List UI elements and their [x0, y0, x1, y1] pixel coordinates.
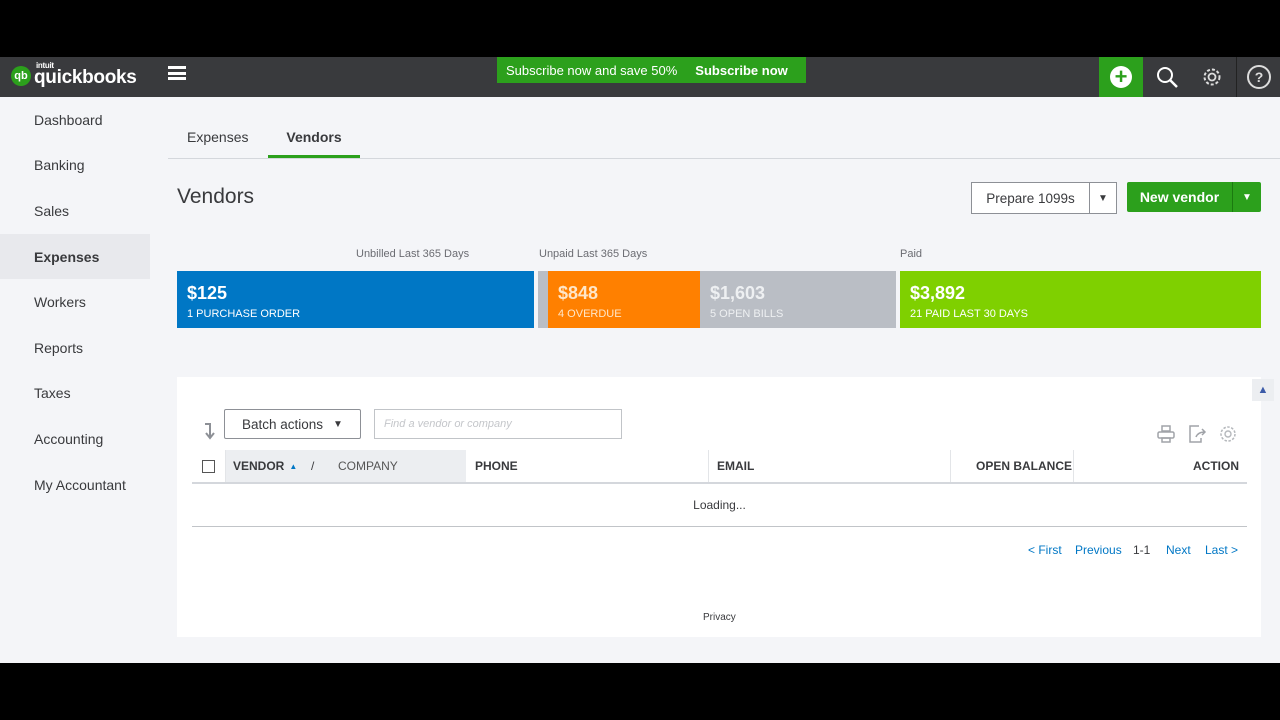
- create-plus-button[interactable]: +: [1099, 57, 1143, 97]
- plus-icon: +: [1110, 66, 1132, 88]
- sidebar-item-reports[interactable]: Reports: [0, 325, 150, 371]
- table-settings-gear-icon[interactable]: [1219, 425, 1237, 443]
- vendor-search-input[interactable]: [374, 409, 622, 439]
- brand-name: intuit quickbooks: [34, 61, 137, 89]
- svg-text:?: ?: [1255, 69, 1264, 85]
- open-bills-card[interactable]: $1,603 5 OPEN BILLS: [700, 271, 896, 328]
- search-icon: [1157, 67, 1178, 88]
- pager-first[interactable]: < First: [1028, 543, 1062, 557]
- column-open-balance[interactable]: OPEN BALANCE: [976, 450, 1072, 482]
- card-value: $848: [558, 283, 599, 303]
- divider: [708, 450, 709, 482]
- loading-row: Loading...: [192, 484, 1247, 527]
- sort-arrow-icon[interactable]: [202, 421, 218, 441]
- overdue-card[interactable]: $848 4 OVERDUE: [548, 271, 700, 328]
- search-button[interactable]: [1145, 57, 1189, 97]
- new-vendor-button[interactable]: New vendor ▼: [1127, 182, 1261, 212]
- pager-last[interactable]: Last >: [1205, 543, 1238, 557]
- column-action: ACTION: [1193, 459, 1239, 473]
- qb-logo-icon: qb: [11, 66, 31, 86]
- intuit-label: intuit: [36, 61, 54, 70]
- help-button[interactable]: ?: [1237, 57, 1280, 97]
- caret-down-icon: ▼: [333, 418, 343, 430]
- paid-label: Paid: [900, 248, 923, 260]
- pager-next[interactable]: Next: [1166, 543, 1191, 557]
- sidebar-item-my-accountant[interactable]: My Accountant: [0, 462, 150, 508]
- sort-asc-icon: ▲: [289, 461, 298, 471]
- pager-range: 1-1: [1133, 543, 1151, 557]
- card-subtitle: 21 PAID LAST 30 DAYS: [910, 308, 1029, 320]
- card-subtitle: 1 PURCHASE ORDER: [187, 308, 301, 320]
- batch-actions-button[interactable]: Batch actions ▼: [224, 409, 361, 439]
- checkbox-icon: [202, 459, 215, 473]
- page-title: Vendors: [177, 185, 255, 208]
- quickbooks-logo[interactable]: qb intuit quickbooks: [11, 61, 137, 89]
- pager-previous[interactable]: Previous: [1075, 543, 1122, 557]
- column-vendor[interactable]: VENDOR ▲: [233, 450, 297, 482]
- paid-card[interactable]: $3,892 21 PAID LAST 30 DAYS: [900, 271, 1261, 328]
- export-icon[interactable]: [1188, 425, 1208, 443]
- subscribe-now-button[interactable]: Subscribe now: [695, 63, 787, 78]
- column-email[interactable]: EMAIL: [717, 450, 754, 482]
- column-company[interactable]: COMPANY: [338, 450, 398, 482]
- sidebar-item-taxes[interactable]: Taxes: [0, 371, 150, 417]
- batch-actions-label: Batch actions: [242, 416, 324, 432]
- tab-vendors[interactable]: Vendors: [268, 129, 360, 158]
- column-phone[interactable]: PHONE: [475, 450, 518, 482]
- tab-expenses[interactable]: Expenses: [187, 129, 248, 158]
- brand-label: quickbooks: [34, 67, 137, 88]
- vendor-header-label: VENDOR: [233, 459, 285, 473]
- privacy-link[interactable]: Privacy: [703, 612, 736, 623]
- sidebar-item-workers[interactable]: Workers: [0, 279, 150, 325]
- unbilled-label: Unbilled Last 365 Days: [356, 248, 470, 260]
- sidebar-item-dashboard[interactable]: Dashboard: [0, 97, 150, 143]
- promo-text: Subscribe now and save 50%: [506, 62, 678, 78]
- divider: [950, 450, 951, 482]
- new-vendor-label[interactable]: New vendor: [1127, 182, 1233, 212]
- tab-bar: Expenses Vendors: [168, 117, 1280, 159]
- settings-button[interactable]: [1190, 57, 1234, 97]
- select-all-checkbox[interactable]: [202, 450, 215, 482]
- prepare-1099s-button[interactable]: Prepare 1099s ▼: [971, 182, 1117, 214]
- unpaid-label: Unpaid Last 365 Days: [539, 248, 648, 260]
- card-subtitle: 5 OPEN BILLS: [710, 308, 784, 320]
- sidebar: Dashboard Banking Sales Expenses Workers…: [0, 97, 150, 507]
- hamburger-menu-icon[interactable]: [168, 66, 186, 80]
- help-icon: ?: [1247, 65, 1271, 89]
- card-value: $125: [187, 283, 228, 303]
- collapse-chevron-up-icon[interactable]: ▲: [1252, 379, 1274, 401]
- sidebar-item-expenses[interactable]: Expenses: [0, 233, 150, 280]
- sidebar-item-sales[interactable]: Sales: [0, 188, 150, 234]
- column-separator: /: [311, 459, 315, 473]
- quickbooks-app: qb intuit quickbooks Subscribe now and sa…: [0, 57, 1280, 663]
- card-value: $1,603: [710, 283, 766, 303]
- top-bar: qb intuit quickbooks Subscribe now and sa…: [0, 57, 1280, 97]
- prepare-1099s-label[interactable]: Prepare 1099s: [972, 183, 1090, 213]
- sidebar-item-banking[interactable]: Banking: [0, 143, 150, 189]
- table-header: VENDOR ▲ / COMPANY PHONE EMAIL OPEN BALAN…: [192, 450, 1247, 484]
- divider: [1073, 450, 1074, 482]
- promo-banner[interactable]: Subscribe now and save 50% Subscribe now: [497, 57, 806, 83]
- card-subtitle: 4 OVERDUE: [558, 308, 622, 320]
- unpaid-bar-edge: [538, 271, 548, 328]
- purchase-order-card[interactable]: $125 1 PURCHASE ORDER: [177, 271, 534, 328]
- gear-icon: [1203, 68, 1221, 86]
- print-icon[interactable]: [1157, 425, 1175, 443]
- card-value: $3,892: [910, 283, 966, 303]
- sidebar-item-accounting[interactable]: Accounting: [0, 416, 150, 462]
- chevron-down-icon[interactable]: ▼: [1233, 182, 1261, 212]
- chevron-down-icon[interactable]: ▼: [1090, 183, 1116, 213]
